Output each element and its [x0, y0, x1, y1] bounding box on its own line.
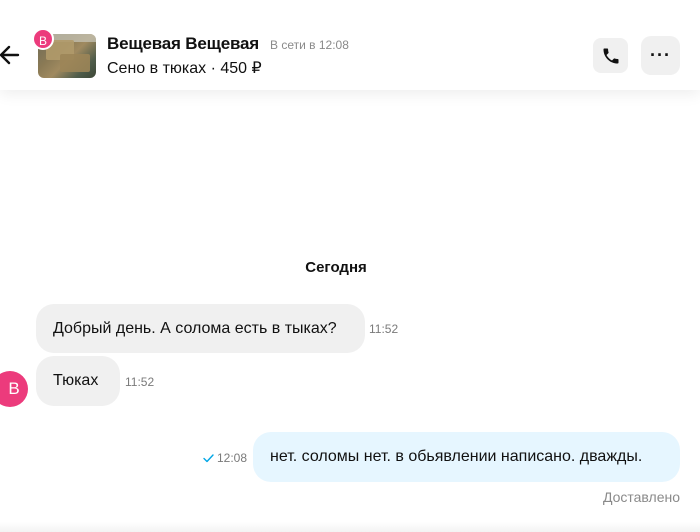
more-options-button[interactable]: ··· [641, 36, 680, 75]
back-button[interactable] [0, 38, 22, 72]
message-text: нет. соломы нет. в обьявлении написано. … [270, 448, 643, 465]
date-separator: Сегодня [305, 259, 367, 276]
delivery-status: Доставлено [602, 489, 680, 505]
phone-icon [603, 48, 618, 63]
message-bubble-outgoing[interactable]: нет. соломы нет. в обьявлении написано. … [253, 432, 680, 482]
item-title-price[interactable]: Сено в тюках · 450 ₽ [107, 58, 262, 78]
chat-header: В Вещевая Вещевая В сети в 12:08 Сено в … [0, 0, 700, 90]
more-dots-icon: ··· [650, 45, 671, 65]
arrow-left-icon [0, 45, 20, 65]
call-button[interactable] [593, 38, 628, 73]
seller-name[interactable]: Вещевая Вещевая [107, 34, 259, 54]
seller-avatar[interactable]: В [32, 28, 54, 50]
message-text: Добрый день. А солома есть в тыках? [53, 319, 337, 337]
message-time: 12:08 [217, 451, 248, 465]
online-status: В сети в 12:08 [270, 38, 349, 52]
composer-edge [0, 522, 700, 532]
read-check-icon [203, 453, 214, 462]
sender-avatar[interactable]: В [0, 371, 28, 407]
message-time-outgoing: 12:08 [203, 451, 247, 465]
message-bubble-incoming[interactable]: Добрый день. А солома есть в тыках? [36, 304, 365, 353]
message-bubble-incoming[interactable]: Тюках [36, 356, 120, 406]
message-text: Тюках [53, 372, 99, 389]
message-time: 11:52 [125, 375, 155, 389]
message-time: 11:52 [369, 322, 399, 336]
